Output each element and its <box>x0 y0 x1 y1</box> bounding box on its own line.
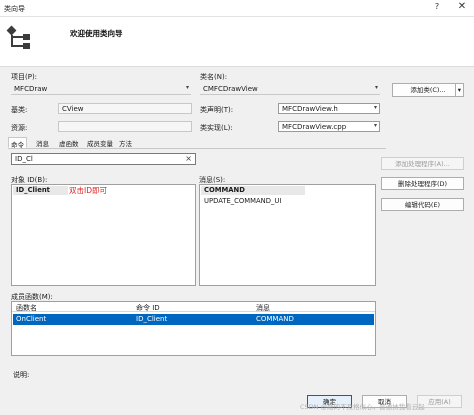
resource-field <box>58 121 192 132</box>
delete-handler-button[interactable]: 删除处理程序(D) <box>381 177 464 190</box>
tab-divider <box>8 148 386 149</box>
add-class-button[interactable]: 添加类(C)... ▾ <box>392 83 464 97</box>
base-class-label: 基类: <box>11 106 28 114</box>
tab-methods[interactable]: 方法 <box>117 137 134 148</box>
project-value: MFCDraw <box>14 85 48 93</box>
title-bar: 类向导 ? ✕ <box>0 0 474 17</box>
tab-virtual-functions[interactable]: 虚函数 <box>57 137 81 148</box>
help-icon[interactable]: ? <box>432 2 442 14</box>
command-id-cell: ID_Client <box>136 315 168 323</box>
search-value: ID_Cl <box>15 155 33 163</box>
class-name-label: 类名(N): <box>200 73 228 81</box>
table-header: 函数名 命令 ID 消息 <box>12 302 375 312</box>
class-wizard-icon <box>6 25 30 49</box>
chevron-down-icon: ▾ <box>373 122 377 129</box>
member-functions-table[interactable]: 函数名 命令 ID 消息 OnClient ID_Client COMMAND <box>11 301 376 356</box>
column-header[interactable]: 消息 <box>256 303 270 313</box>
chevron-down-icon: ▾ <box>373 104 377 111</box>
edit-code-button[interactable]: 编辑代码(E) <box>381 198 464 211</box>
class-declaration-value: MFCDrawView.h <box>282 105 338 113</box>
clear-icon[interactable]: × <box>185 154 192 163</box>
list-item[interactable]: COMMAND <box>201 186 305 195</box>
class-name-combo[interactable]: CMFCDrawView ▾ <box>200 84 380 95</box>
list-item[interactable]: ID_Client <box>13 186 68 195</box>
description-label: 说明: <box>13 371 30 379</box>
base-class-field: CView <box>58 103 192 114</box>
close-icon[interactable]: ✕ <box>456 1 468 15</box>
tab-commands[interactable]: 命令 <box>8 137 27 149</box>
class-impl-label: 类实现(L): <box>200 124 233 132</box>
base-class-value: CView <box>62 105 84 113</box>
welcome-text: 欢迎使用类向导 <box>70 29 123 38</box>
resource-label: 资源: <box>11 124 28 132</box>
chevron-down-icon[interactable]: ▾ <box>454 84 461 96</box>
chevron-down-icon: ▾ <box>185 84 189 91</box>
wizard-header: 欢迎使用类向导 <box>0 17 474 67</box>
class-declaration-combo[interactable]: MFCDrawView.h ▾ <box>278 103 380 114</box>
tab-member-variables[interactable]: 成员变量 <box>85 137 115 148</box>
add-class-label: 添加类(C)... <box>410 86 446 94</box>
column-header[interactable]: 函数名 <box>16 303 37 313</box>
search-input[interactable]: ID_Cl × <box>11 153 196 165</box>
message-cell: COMMAND <box>256 315 294 323</box>
project-label: 项目(P): <box>11 73 38 81</box>
class-impl-combo[interactable]: MFCDrawView.cpp ▾ <box>278 121 380 132</box>
annotation-text: 双击ID即可 <box>69 186 107 195</box>
window-title: 类向导 <box>4 5 25 13</box>
object-id-list[interactable]: ID_Client 双击ID即可 <box>11 184 196 286</box>
class-declaration-label: 类声明(T): <box>200 106 234 114</box>
table-row[interactable]: OnClient ID_Client COMMAND <box>13 314 374 325</box>
list-item[interactable]: UPDATE_COMMAND_UI <box>204 197 281 205</box>
function-name-cell: OnClient <box>16 315 47 323</box>
chevron-down-icon: ▾ <box>374 84 378 91</box>
watermark: CSDN @敲的不及格似心，普通扶我看云起 <box>300 403 425 411</box>
add-handler-button[interactable]: 添加处理程序(A)... <box>381 157 464 170</box>
column-header[interactable]: 命令 ID <box>136 303 160 313</box>
class-name-value: CMFCDrawView <box>203 85 258 93</box>
tab-messages[interactable]: 消息 <box>34 137 51 148</box>
project-combo[interactable]: MFCDraw ▾ <box>11 84 191 95</box>
class-impl-value: MFCDrawView.cpp <box>282 123 347 131</box>
messages-list[interactable]: COMMAND UPDATE_COMMAND_UI <box>199 184 376 286</box>
